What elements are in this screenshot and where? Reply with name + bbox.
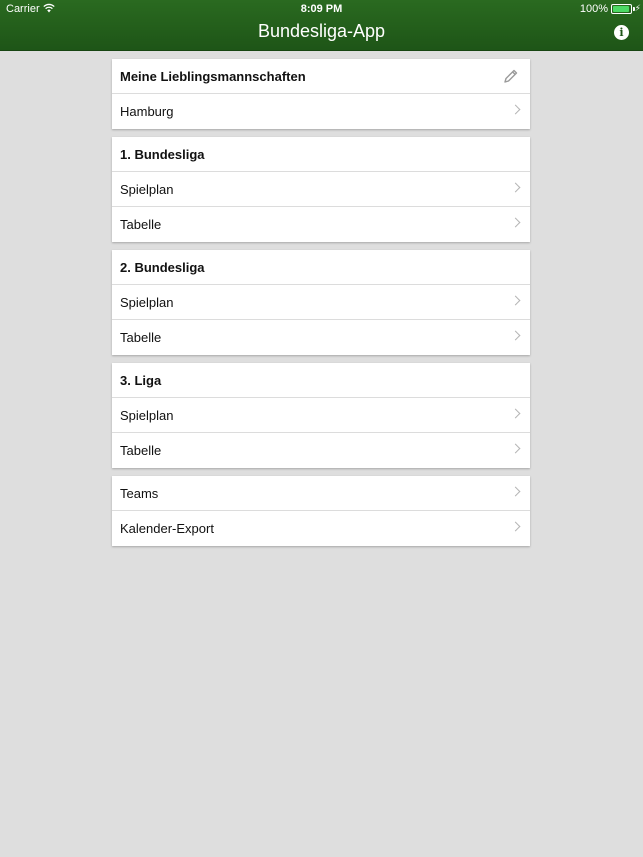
list-item-label: Spielplan bbox=[120, 408, 174, 423]
bundesliga2-header: 2. Bundesliga bbox=[112, 250, 530, 285]
list-item-hamburg[interactable]: Hamburg bbox=[112, 94, 530, 129]
battery-icon bbox=[611, 4, 632, 14]
section-title: Meine Lieblingsmannschaften bbox=[120, 69, 306, 84]
favorites-section: Meine Lieblingsmannschaften Hamburg bbox=[112, 59, 530, 129]
bundesliga1-section: 1. Bundesliga Spielplan Tabelle bbox=[112, 137, 530, 242]
teams-item[interactable]: Teams bbox=[112, 476, 530, 511]
chevron-right-icon bbox=[510, 408, 521, 419]
battery-percentage: 100% bbox=[579, 3, 608, 15]
list-item-label: Teams bbox=[120, 486, 159, 501]
charging-icon: ⚡ bbox=[634, 3, 641, 13]
liga3-tabelle[interactable]: Tabelle bbox=[112, 433, 530, 468]
list-item-label: Tabelle bbox=[120, 217, 162, 232]
bundesliga2-tabelle[interactable]: Tabelle bbox=[112, 320, 530, 355]
list-item-label: Spielplan bbox=[120, 182, 174, 197]
misc-section: Teams Kalender-Export bbox=[112, 476, 530, 546]
chevron-right-icon bbox=[510, 295, 521, 306]
chevron-right-icon bbox=[510, 521, 521, 532]
list-item-label: Spielplan bbox=[120, 295, 174, 310]
bundesliga1-tabelle[interactable]: Tabelle bbox=[112, 207, 530, 242]
bundesliga2-section: 2. Bundesliga Spielplan Tabelle bbox=[112, 250, 530, 355]
pencil-icon[interactable] bbox=[503, 68, 519, 84]
section-title: 2. Bundesliga bbox=[120, 260, 205, 275]
liga3-section: 3. Liga Spielplan Tabelle bbox=[112, 363, 530, 468]
list-item-label: Kalender-Export bbox=[120, 521, 214, 536]
list-item-label: Tabelle bbox=[120, 330, 162, 345]
chevron-right-icon bbox=[510, 104, 521, 115]
chevron-right-icon bbox=[510, 217, 521, 228]
chevron-right-icon bbox=[510, 443, 521, 454]
liga3-header: 3. Liga bbox=[112, 363, 530, 398]
bundesliga1-header: 1. Bundesliga bbox=[112, 137, 530, 172]
kalender-export-item[interactable]: Kalender-Export bbox=[112, 511, 530, 546]
list-item-label: Tabelle bbox=[120, 443, 162, 458]
liga3-spielplan[interactable]: Spielplan bbox=[112, 398, 530, 433]
page-title: Bundesliga-App bbox=[257, 21, 386, 41]
section-title: 1. Bundesliga bbox=[120, 147, 205, 162]
favorites-header: Meine Lieblingsmannschaften bbox=[112, 59, 530, 94]
status-bar: Carrier 8:09 PM 100% ⚡ bbox=[0, 0, 643, 18]
info-icon[interactable]: i bbox=[614, 25, 629, 40]
chevron-right-icon bbox=[510, 330, 521, 341]
clock: 8:09 PM bbox=[300, 3, 343, 15]
bundesliga1-spielplan[interactable]: Spielplan bbox=[112, 172, 530, 207]
navigation-bar: Carrier 8:09 PM 100% ⚡ Bundesliga-App i bbox=[0, 0, 643, 51]
list-item-label: Hamburg bbox=[120, 104, 174, 119]
chevron-right-icon bbox=[510, 486, 521, 497]
chevron-right-icon bbox=[510, 182, 521, 193]
bundesliga2-spielplan[interactable]: Spielplan bbox=[112, 285, 530, 320]
section-title: 3. Liga bbox=[120, 373, 162, 388]
